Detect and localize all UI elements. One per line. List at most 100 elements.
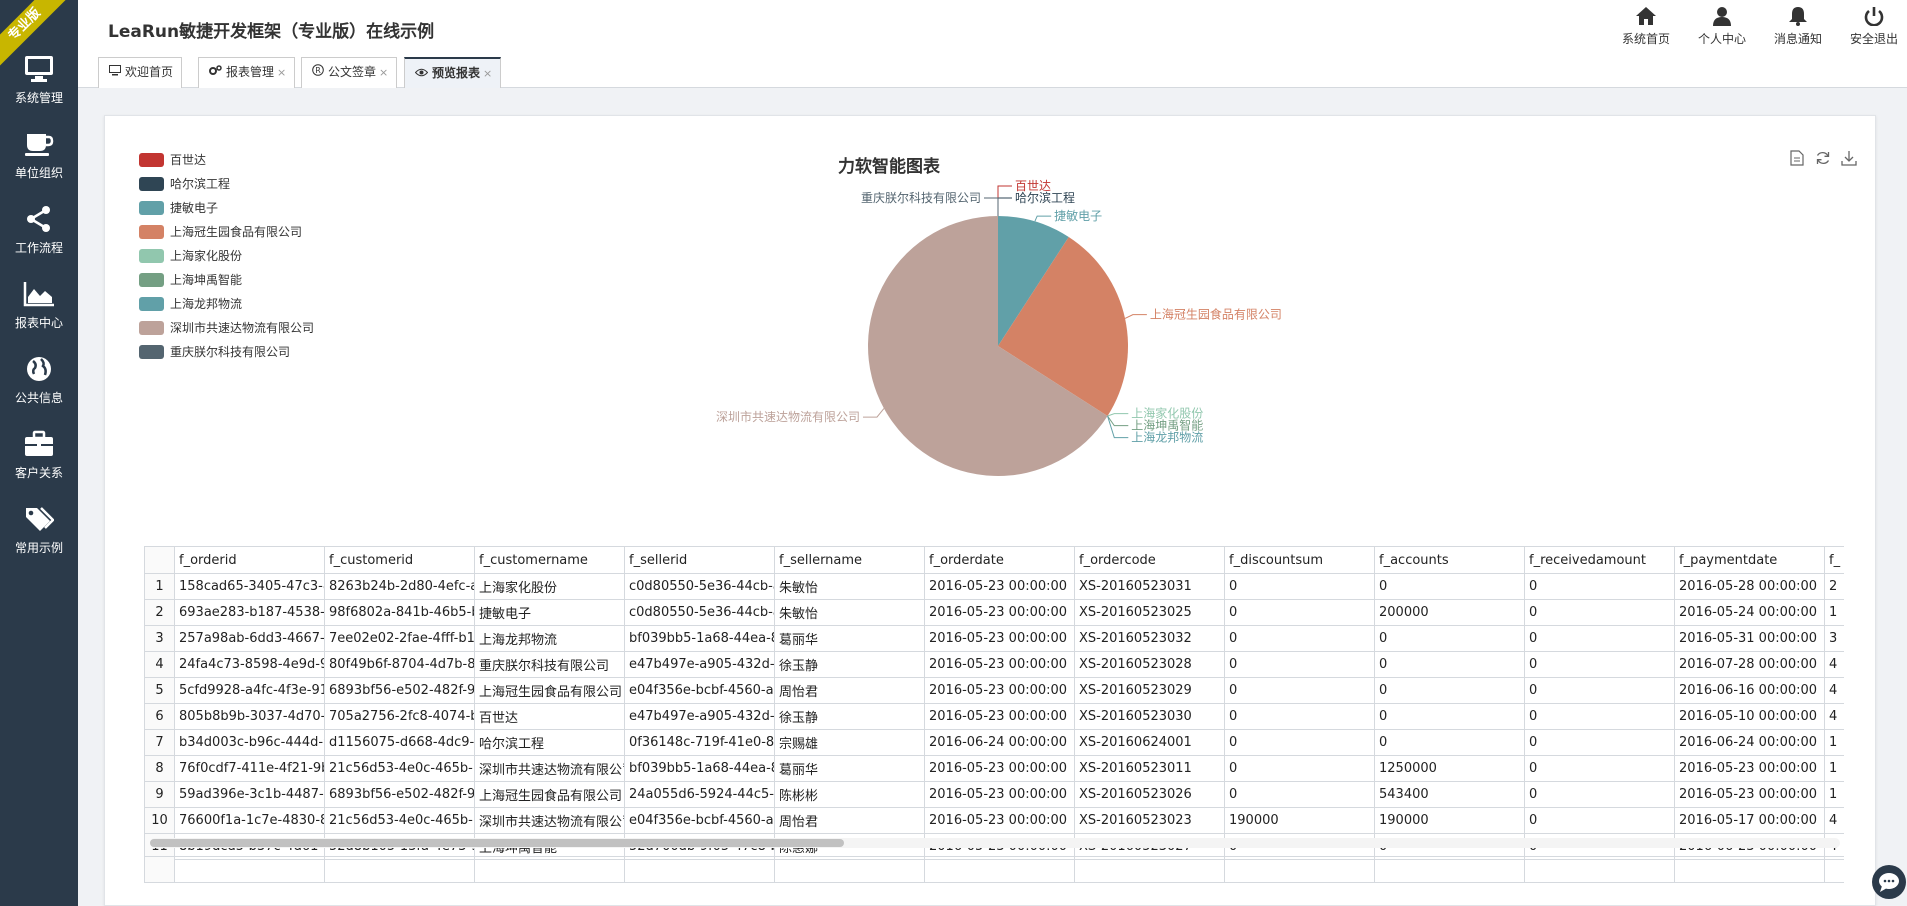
table-cell: 0 [1524,573,1675,600]
sidebar-item-reports[interactable]: 报表中心 [0,280,78,355]
table-cell: 0 [1524,807,1675,834]
table-cell: 2016-06-24 00:00:00 [924,729,1075,756]
column-header[interactable]: f_customername [474,546,625,574]
column-header[interactable]: f_sellername [774,546,925,574]
tab-label: 公文签章 [328,65,377,79]
logout-button-label: 安全退出 [1849,32,1898,46]
table-row[interactable]: 3 257a98ab-6dd3-4667- 7ee02e02-2fae-4fff-b… [144,625,1844,652]
table-cell: 徐玉静 [774,703,925,730]
notifications-button[interactable]: 消息通知 [1768,6,1828,47]
table-row[interactable]: 5 5cfd9928-a4fc-4f3e-91 6893bf56-e502-482f… [144,677,1844,704]
row-number: 7 [144,729,175,756]
column-header[interactable]: f_receivedamount [1524,546,1675,574]
globe-icon [27,357,51,381]
column-header[interactable]: f_accounts [1374,546,1525,574]
pie-label-line [862,408,885,418]
sidebar-item-crm[interactable]: 客户关系 [0,430,78,505]
table-cell: XS-20160523026 [1074,781,1225,808]
home-button[interactable]: 系统首页 [1616,6,1676,47]
chat-button[interactable] [1872,865,1906,899]
column-header[interactable]: f_paymentdate [1674,546,1825,574]
table-cell: 上海冠生园食品有限公司 [474,781,625,808]
table-row[interactable]: 10 76600f1a-1c7e-4830-8 21c56d53-4e0c-465b… [144,807,1844,834]
row-number: 6 [144,703,175,730]
column-header[interactable]: f_ordercode [1074,546,1225,574]
table-cell: 24fa4c73-8598-4e9d-9 [174,651,325,678]
table-cell: 3 [1824,625,1844,652]
table-row[interactable]: 7 b34d003c-b96c-444d-9 d1156075-d668-4dc9-… [144,729,1844,756]
horizontal-scrollbar[interactable] [150,838,1840,848]
tab-document-seal[interactable]: R 公文签章 × [301,57,398,88]
sidebar-item-workflow[interactable]: 工作流程 [0,205,78,280]
pie-label-line [984,197,999,216]
table-cell: 0 [1224,729,1375,756]
profile-button[interactable]: 个人中心 [1692,6,1752,47]
pie-label: 哈尔滨工程 [1015,190,1075,205]
table-row[interactable]: 4 24fa4c73-8598-4e9d-9 80f49b6f-8704-4d7b-… [144,651,1844,678]
table-row[interactable]: 9 59ad396e-3c1b-4487-a 6893bf56-e502-482f-… [144,781,1844,808]
table-row[interactable]: 2 693ae283-b187-4538- 98f6802a-841b-46b5-b… [144,599,1844,626]
row-number: 9 [144,781,175,808]
footer-cell [474,856,625,883]
sidebar-item-label: 系统管理 [14,91,63,105]
svg-text:R: R [315,66,321,75]
column-header[interactable]: f_sellerid [624,546,775,574]
close-icon[interactable]: × [277,66,286,79]
pie-label-line [997,197,1012,216]
sidebar-item-organization[interactable]: 单位组织 [0,130,78,205]
table-cell: 1 [1824,755,1844,782]
table-cell: 0 [1524,651,1675,678]
scrollbar-thumb[interactable] [150,839,844,847]
column-header[interactable]: f_discountsum [1224,546,1375,574]
column-header[interactable]: f_customerid [324,546,475,574]
logout-button[interactable]: 安全退出 [1844,6,1904,47]
table-cell: 1 [1824,781,1844,808]
table-row[interactable]: 8 76f0cdf7-411e-4f21-9b 21c56d53-4e0c-465b… [144,755,1844,782]
close-icon[interactable]: × [483,67,492,80]
desktop-icon [109,58,121,87]
cogs-icon [209,58,222,87]
sidebar-item-public-info[interactable]: 公共信息 [0,355,78,430]
table-row[interactable]: 6 805b8b9b-3037-4d70- 705a2756-2fc8-4074-b… [144,703,1844,730]
table-cell: 2016-06-24 00:00:00 [1674,729,1825,756]
table-cell: XS-20160624001 [1074,729,1225,756]
table-cell: 21c56d53-4e0c-465b-b [324,755,475,782]
table-cell: 4 [1824,651,1844,678]
bell-icon [1789,7,1807,26]
sidebar-item-system[interactable]: 系统管理 [0,55,78,130]
pie-chart: 百世达哈尔滨工程捷敏电子上海冠生园食品有限公司上海家化股份上海坤禹智能上海龙邦物… [716,179,1282,477]
download-icon[interactable] [1841,150,1859,168]
refresh-icon[interactable] [1815,150,1833,168]
tab-preview-report[interactable]: 预览报表 × [404,57,502,88]
column-header[interactable]: f_ [1824,546,1844,574]
table-cell: 百世达 [474,703,625,730]
close-icon[interactable]: × [379,66,388,79]
table-cell: 0 [1524,599,1675,626]
table-cell: 6893bf56-e502-482f-9 [324,677,475,704]
briefcase-icon [25,430,53,456]
table-cell: 0 [1224,651,1375,678]
pie-label-line [1124,314,1147,319]
data-view-icon[interactable] [1790,150,1808,168]
tab-report-management[interactable]: 报表管理 × [198,57,296,88]
table-cell: 0 [1224,755,1375,782]
table-cell: 0 [1374,703,1525,730]
pie-label-line [997,185,1012,216]
table-cell: 0 [1224,573,1375,600]
table-cell: 朱敏怡 [774,599,925,626]
table-cell: 宗赐雄 [774,729,925,756]
sidebar-item-examples[interactable]: 常用示例 [0,505,78,580]
column-header[interactable]: f_orderdate [924,546,1075,574]
sidebar-item-label: 单位组织 [14,166,63,180]
table-cell: 2016-05-23 00:00:00 [924,755,1075,782]
column-header[interactable]: f_orderid [174,546,325,574]
table-row[interactable]: 1 158cad65-3405-47c3-8 8263b24b-2d80-4efc-… [144,573,1844,600]
tab-welcome[interactable]: 欢迎首页 [98,57,183,88]
table-cell: 周怡君 [774,807,925,834]
table-cell: 0 [1524,729,1675,756]
table-cell: 59ad396e-3c1b-4487-a [174,781,325,808]
footer-cell [1374,856,1525,883]
table-cell: 158cad65-3405-47c3-8 [174,573,325,600]
table-cell: 2016-06-16 00:00:00 [1674,677,1825,704]
table-cell: XS-20160523031 [1074,573,1225,600]
